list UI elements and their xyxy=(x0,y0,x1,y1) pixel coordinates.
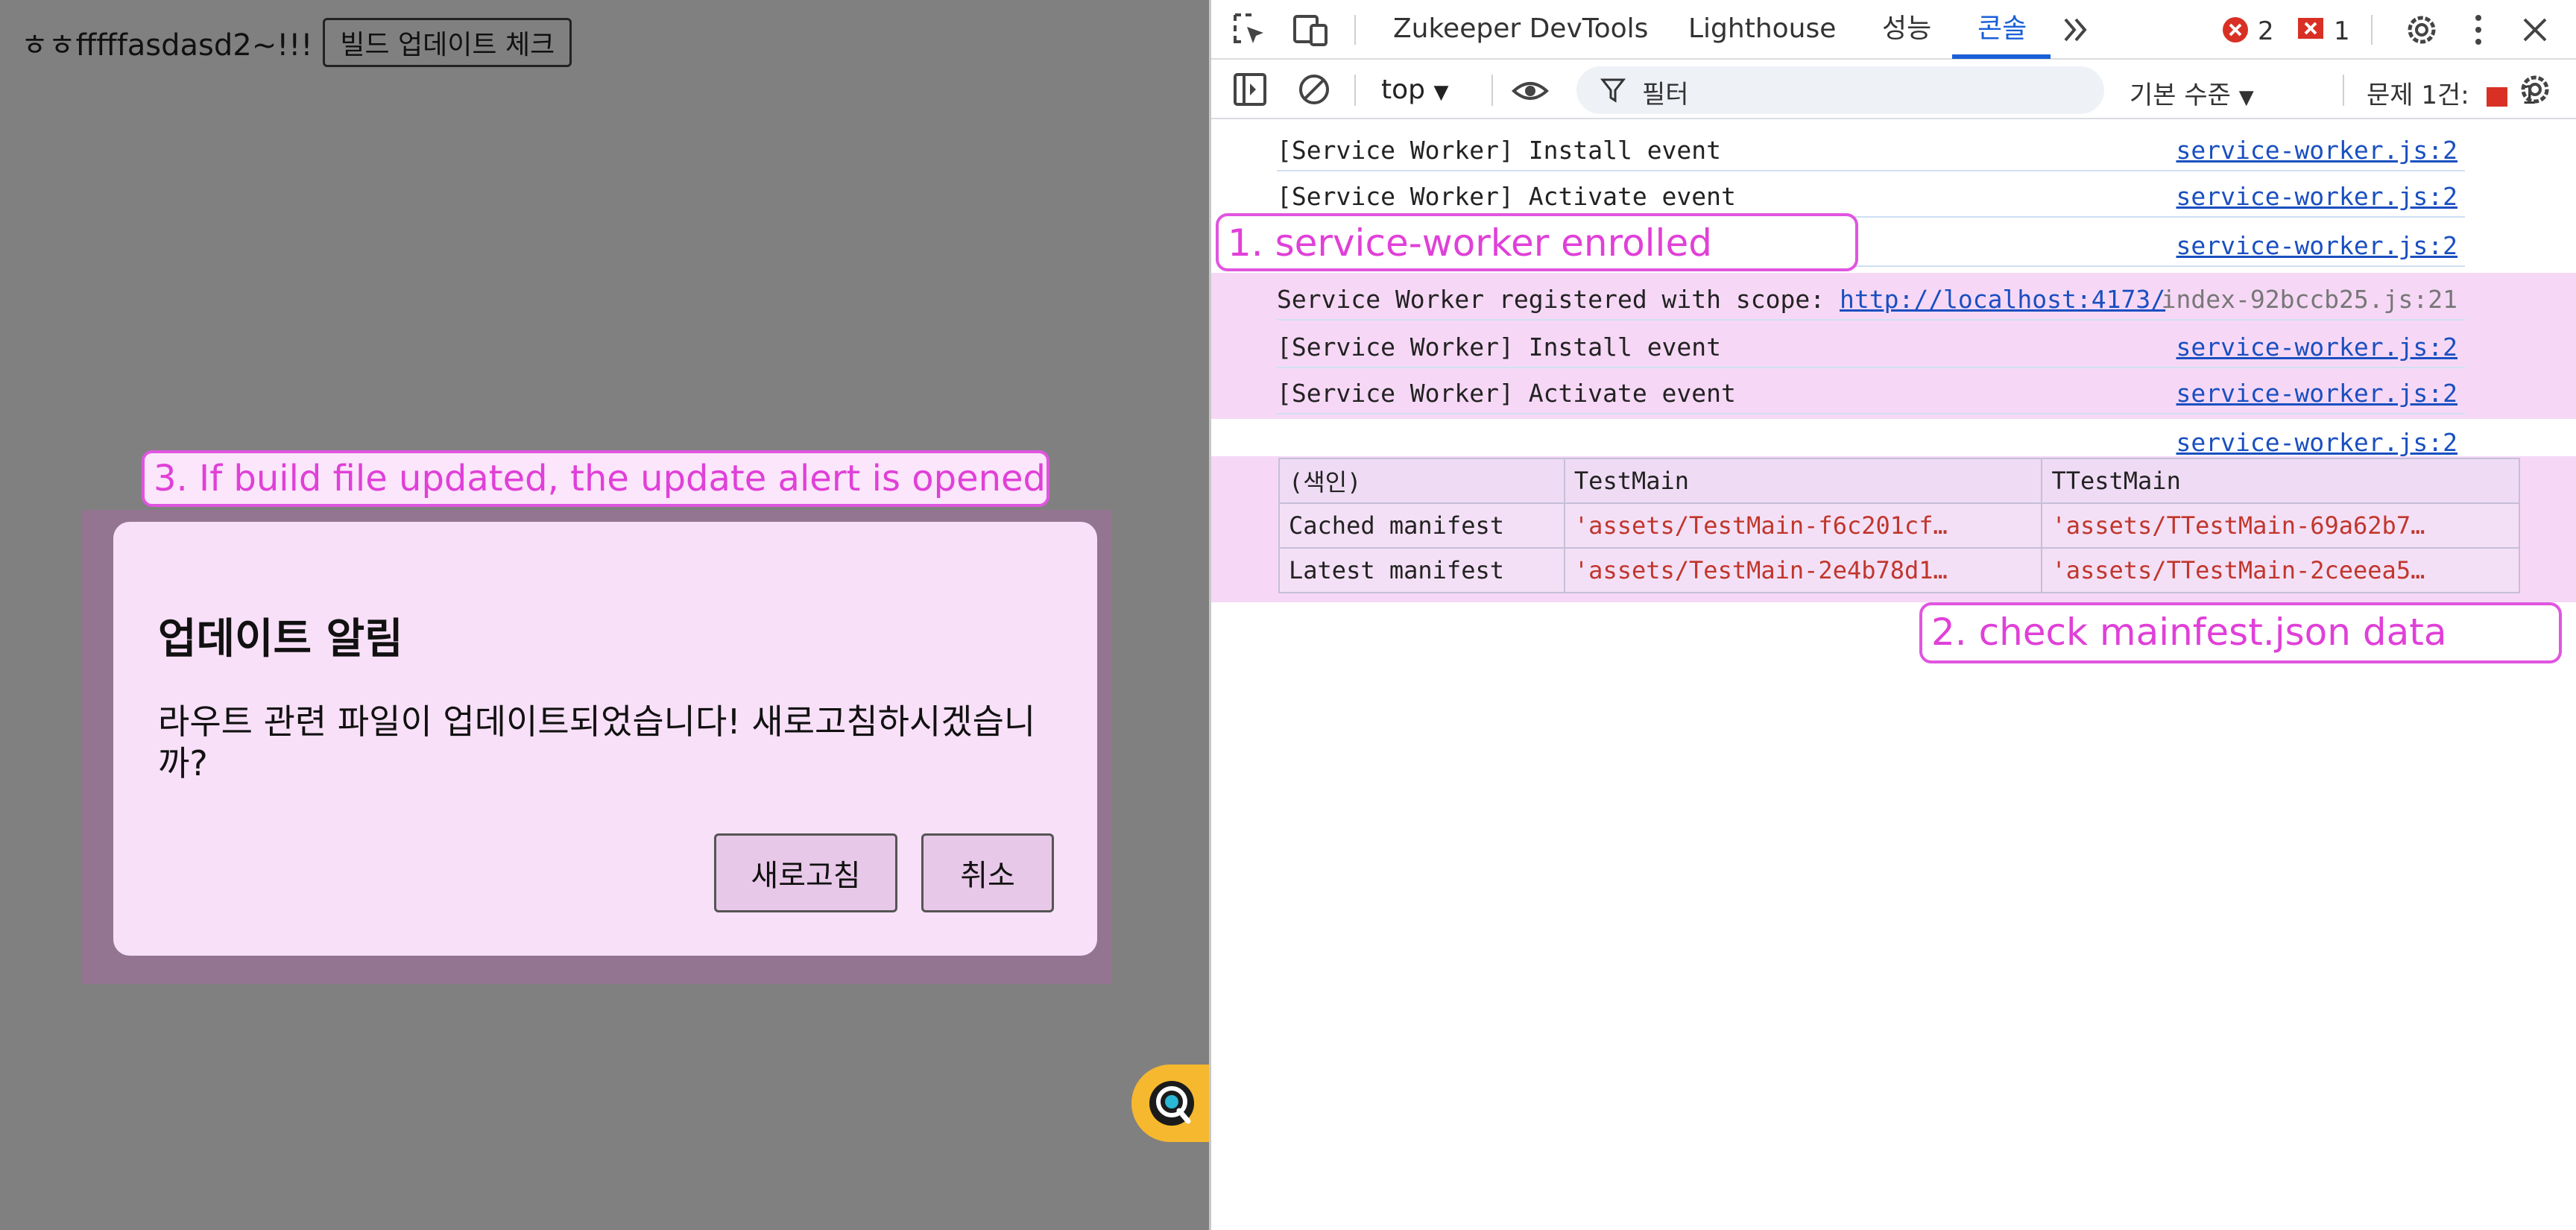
log-source-link[interactable]: service-worker.js:2 xyxy=(2176,231,2458,260)
context-selector[interactable]: top ▼ xyxy=(1381,75,1448,105)
filter-placeholder: 필터 xyxy=(1642,80,1689,110)
filter-icon xyxy=(1600,78,1626,103)
issues-link[interactable]: 문제 1건: 1 xyxy=(2367,75,2537,111)
web-page: ㅎㅎfffffasdasd2~!!! 빌드 업데이트 체크 3. If buil… xyxy=(0,0,1209,1230)
log-text: [Service Worker] Activate event xyxy=(1277,182,1736,211)
scope-url-link[interactable]: http://localhost:4173/ xyxy=(1840,285,2165,314)
log-text: Service Worker registered with scope: xyxy=(1277,285,1840,314)
dropdown-arrow-icon: ▼ xyxy=(2238,86,2254,109)
column-header-ttestmain[interactable]: TTestMain xyxy=(2041,458,2520,504)
table-cell: Cached manifest xyxy=(1278,502,1565,549)
console-settings-gear-icon[interactable] xyxy=(2516,70,2554,109)
log-text: [Service Worker] Activate event xyxy=(1277,379,1736,408)
tab-lighthouse[interactable]: Lighthouse xyxy=(1688,0,1836,60)
chat-search-icon xyxy=(1149,1081,1194,1126)
dropdown-arrow-icon: ▼ xyxy=(1433,81,1449,104)
double-chevron-right-icon[interactable] xyxy=(2056,10,2095,49)
console-message: service-worker.js:2 xyxy=(1277,417,2465,464)
console-message: [Service Worker] Activate event service-… xyxy=(1277,171,2465,218)
error-icon[interactable] xyxy=(2220,15,2250,45)
log-text: [Service Worker] Install event xyxy=(1277,136,1722,165)
close-icon[interactable] xyxy=(2516,10,2554,49)
table-cell: 'assets/TestMain-2e4b78d1… xyxy=(1563,547,2043,593)
table-cell: 'assets/TTestMain-2ceeea5… xyxy=(2041,547,2520,593)
clear-console-icon[interactable] xyxy=(1295,70,1333,109)
page-header: ㅎㅎfffffasdasd2~!!! 빌드 업데이트 체크 xyxy=(21,18,572,67)
divider xyxy=(2371,15,2373,45)
build-update-check-button[interactable]: 빌드 업데이트 체크 xyxy=(323,18,572,67)
divider xyxy=(1354,75,1356,106)
console-toolbar: top ▼ 필터 기본 수준 ▼ 문제 1건: 1 xyxy=(1211,61,2576,119)
log-level-value: 기본 수준 xyxy=(2130,81,2231,110)
console-message: [Service Worker] Activate event service-… xyxy=(1277,368,2465,414)
filter-input[interactable]: 필터 xyxy=(1576,66,2104,114)
issue-flag-icon[interactable] xyxy=(2296,16,2325,43)
sidebar-toggle-icon[interactable] xyxy=(1231,70,1269,109)
annotation-step-1: 1. service-worker enrolled xyxy=(1216,213,1858,271)
console-table: (색인) TestMain TTestMain Cached manifest … xyxy=(1278,458,2520,593)
inspect-element-icon[interactable] xyxy=(1231,10,1269,49)
table-cell: 'assets/TestMain-f6c201cf… xyxy=(1563,502,2043,549)
table-cell: Latest manifest xyxy=(1278,547,1565,593)
table-header-row: (색인) TestMain TTestMain xyxy=(1278,458,2520,504)
table-row: Latest manifest 'assets/TestMain-2e4b78d… xyxy=(1278,547,2520,593)
table-cell: 'assets/TTestMain-69a62b7… xyxy=(2041,502,2520,549)
issue-flag-icon xyxy=(2486,86,2507,107)
log-source-link[interactable]: service-worker.js:2 xyxy=(2176,379,2458,408)
page-title: ㅎㅎfffffasdasd2~!!! xyxy=(21,28,313,63)
log-source-link[interactable]: service-worker.js:2 xyxy=(2176,136,2458,165)
column-header-index[interactable]: (색인) xyxy=(1278,458,1565,504)
log-level-selector[interactable]: 기본 수준 ▼ xyxy=(2130,75,2254,111)
modal-message: 라우트 관련 파일이 업데이트되었습니다! 새로고침하시겠습니까? xyxy=(158,701,1036,783)
active-tab-indicator xyxy=(1952,54,2051,59)
issue-count[interactable]: 1 xyxy=(2334,16,2350,46)
annotation-step-2: 2. check mainfest.json data xyxy=(1919,602,2562,663)
log-source-link[interactable]: service-worker.js:2 xyxy=(2176,332,2458,362)
tab-console[interactable]: 콘솔 xyxy=(1977,0,2027,60)
console-message: [Service Worker] Install event service-w… xyxy=(1277,322,2465,368)
log-source-link[interactable]: service-worker.js:2 xyxy=(2176,428,2458,457)
eye-icon[interactable] xyxy=(1511,72,1550,110)
context-value: top xyxy=(1381,75,1425,105)
divider xyxy=(1491,75,1493,106)
gear-icon[interactable] xyxy=(2402,10,2441,49)
log-source-link[interactable]: service-worker.js:2 xyxy=(2176,182,2458,211)
tab-performance[interactable]: 성능 xyxy=(1882,0,1931,60)
divider xyxy=(2343,75,2344,106)
cancel-button[interactable]: 취소 xyxy=(921,833,1054,912)
update-alert-modal: 업데이트 알림 라우트 관련 파일이 업데이트되었습니다! 새로고침하시겠습니까… xyxy=(113,522,1097,956)
device-toolbar-icon[interactable] xyxy=(1292,10,1330,49)
extension-launcher[interactable] xyxy=(1131,1065,1209,1142)
console-message: Service Worker registered with scope: ht… xyxy=(1277,274,2465,321)
devtools-panel: Zukeeper DevTools Lighthouse 성능 콘솔 2 1 t… xyxy=(1209,0,2576,1230)
tab-zukeeper-devtools[interactable]: Zukeeper DevTools xyxy=(1393,0,1648,60)
console-message: [Service Worker] Install event service-w… xyxy=(1277,125,2465,171)
log-text: [Service Worker] Install event xyxy=(1277,332,1722,362)
column-header-testmain[interactable]: TestMain xyxy=(1563,458,2043,504)
error-count[interactable]: 2 xyxy=(2258,16,2274,46)
divider xyxy=(1354,15,1356,45)
more-vertical-icon[interactable] xyxy=(2459,10,2498,49)
log-source-link[interactable]: index-92bccb25.js:21 xyxy=(2162,285,2457,314)
issues-label: 문제 1건: xyxy=(2367,81,2469,110)
annotation-step-3: 3. If build file updated, the update ale… xyxy=(142,450,1049,507)
table-row: Cached manifest 'assets/TestMain-f6c201c… xyxy=(1278,502,2520,549)
devtools-tabbar: Zukeeper DevTools Lighthouse 성능 콘솔 2 1 xyxy=(1211,0,2576,60)
refresh-button[interactable]: 새로고침 xyxy=(714,833,897,912)
modal-title: 업데이트 알림 xyxy=(158,615,403,663)
